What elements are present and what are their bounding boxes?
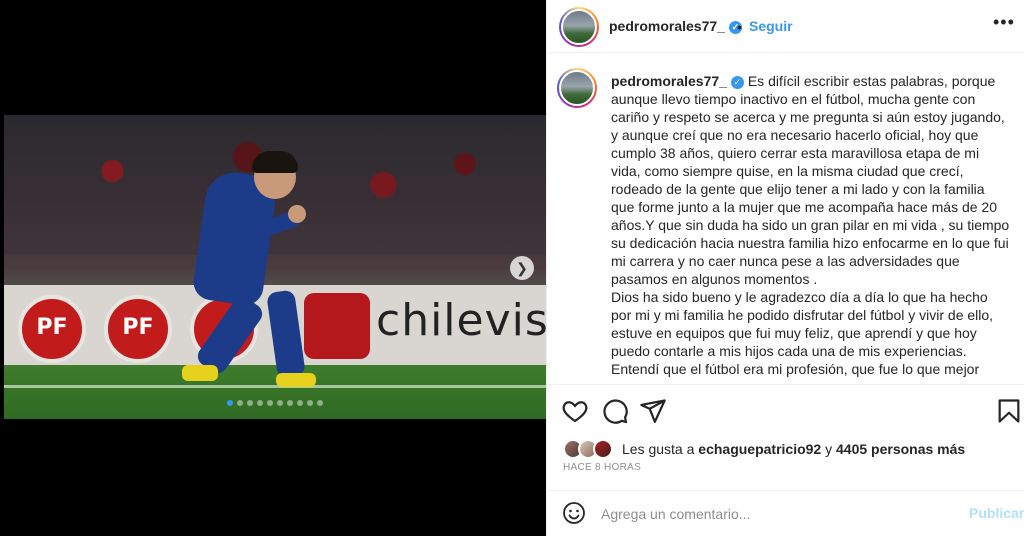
share-icon[interactable]	[639, 397, 667, 425]
caption: pedromorales77_ ✓ Es difícil escribir est…	[611, 72, 1011, 378]
likes-middle: y	[821, 441, 836, 457]
carousel-dot	[307, 400, 313, 406]
likes-prefix: Les gusta a	[622, 441, 699, 457]
avatar-image	[561, 9, 597, 45]
bookmark-icon[interactable]	[995, 397, 1023, 425]
heart-icon[interactable]	[561, 397, 589, 425]
comment-bar: Publicar	[547, 490, 1024, 536]
caption-username[interactable]: pedromorales77_	[611, 73, 727, 89]
comment-icon[interactable]	[601, 397, 629, 425]
pf-logo-text: PF	[36, 315, 68, 340]
likes-count[interactable]: 4405 personas más	[836, 441, 965, 457]
more-options-icon[interactable]: •••	[993, 12, 1015, 33]
caption-text: Es difícil escribir estas palabras, porq…	[611, 73, 1010, 377]
player-shoe	[182, 365, 218, 381]
action-bar	[547, 384, 1024, 434]
carousel-dot	[237, 400, 243, 406]
caption-area[interactable]: pedromorales77_ ✓ Es difícil escribir est…	[547, 54, 1024, 384]
publish-button[interactable]: Publicar	[969, 505, 1024, 521]
username-link[interactable]: pedromorales77_ ✓	[609, 18, 742, 34]
player-hair	[252, 151, 298, 173]
comment-input[interactable]	[601, 503, 941, 525]
carousel-next-button[interactable]: ❯	[510, 256, 534, 280]
avatar-image	[559, 70, 595, 106]
liker-username[interactable]: echaguepatricio92	[698, 441, 821, 457]
carousel-dot	[227, 400, 233, 406]
post-header: pedromorales77_ ✓ • Seguir •••	[547, 0, 1024, 53]
pf-logo-text: PF	[122, 315, 154, 340]
carousel-dot	[297, 400, 303, 406]
player-shoe	[276, 373, 316, 387]
likes-summary: Les gusta a echaguepatricio92 y 4405 per…	[563, 438, 965, 460]
follow-button[interactable]: Seguir	[749, 18, 793, 34]
carousel-dot	[267, 400, 273, 406]
carousel-indicator	[227, 400, 323, 406]
carousel-dot	[287, 400, 293, 406]
emoji-icon[interactable]	[562, 501, 586, 525]
post-timestamp[interactable]: HACE 8 HORAS	[563, 462, 641, 473]
username-text: pedromorales77_	[609, 18, 725, 34]
carousel-dot	[257, 400, 263, 406]
pitch-line	[4, 385, 546, 388]
avatar[interactable]	[559, 7, 599, 47]
post-sidebar: pedromorales77_ ✓ • Seguir ••• pedromoral…	[546, 0, 1024, 536]
chevron-right-icon: ❯	[516, 259, 528, 276]
player-fist	[288, 205, 306, 223]
media-viewer: PF PF chilevis ❯	[0, 0, 546, 536]
pitch	[4, 365, 546, 419]
likes-text: Les gusta a echaguepatricio92 y 4405 per…	[622, 441, 965, 457]
instagram-post-modal: PF PF chilevis ❯ pedromorales77_ ✓ • Seg…	[0, 0, 1024, 536]
carousel-dot	[317, 400, 323, 406]
separator-dot: •	[737, 19, 742, 35]
verified-icon: ✓	[730, 75, 744, 89]
carousel-dot	[247, 400, 253, 406]
liker-avatar	[593, 439, 613, 459]
avatar[interactable]	[557, 68, 597, 108]
chilevision-logo	[304, 293, 370, 359]
carousel-dot	[277, 400, 283, 406]
post-photo[interactable]: PF PF chilevis	[4, 115, 546, 419]
ad-text: chilevis	[376, 295, 546, 346]
